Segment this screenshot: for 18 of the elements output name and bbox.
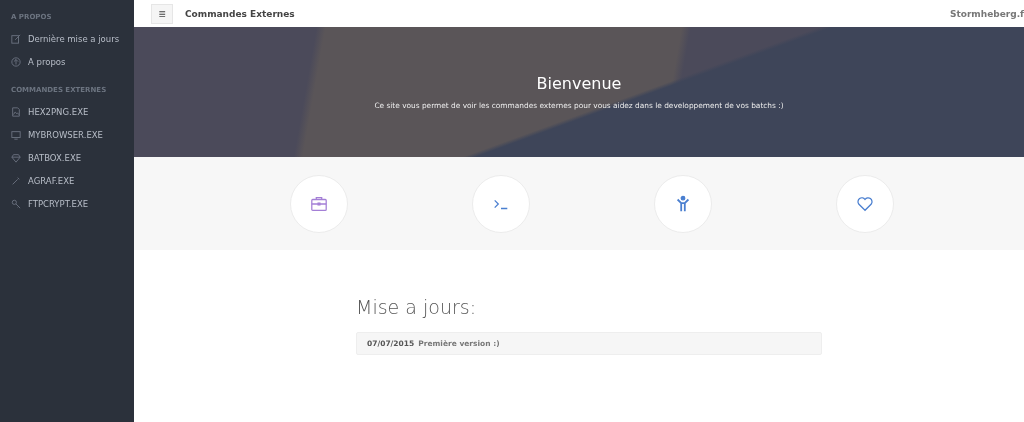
circle-up-icon bbox=[11, 56, 21, 67]
image-file-icon bbox=[11, 106, 21, 117]
sidebar-item[interactable]: HEX2PNG.EXE bbox=[28, 106, 89, 117]
menu-button[interactable]: ≡ bbox=[151, 3, 173, 24]
sidebar-item[interactable]: AGRAF.EXE bbox=[28, 175, 75, 186]
monitor-icon bbox=[11, 129, 21, 140]
site-name[interactable]: Stormheberg.f bbox=[949, 8, 1024, 19]
sidebar-item[interactable]: Dernière mise a jours bbox=[28, 33, 120, 44]
updates-heading: Mise a jours: bbox=[356, 296, 478, 318]
diamond-icon bbox=[11, 152, 21, 163]
key-icon bbox=[11, 198, 21, 209]
sidebar-item[interactable]: FTPCRYPT.EXE bbox=[28, 198, 89, 209]
sidebar-item[interactable]: BATBOX.EXE bbox=[28, 152, 82, 163]
page-title: Commandes Externes bbox=[185, 8, 295, 19]
edit-icon bbox=[11, 33, 21, 44]
sidebar-item[interactable]: A propos bbox=[28, 56, 66, 67]
sidebar-item[interactable]: MYBROWSER.EXE bbox=[28, 129, 103, 140]
hero-title: Bienvenue bbox=[536, 74, 622, 93]
